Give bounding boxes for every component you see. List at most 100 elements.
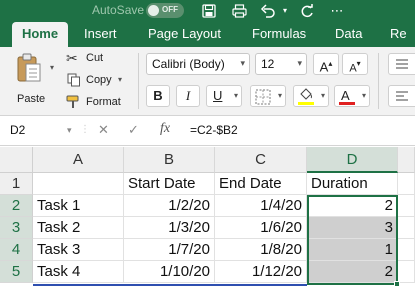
select-all-corner[interactable]	[0, 147, 33, 173]
range-indicator-line	[33, 284, 307, 286]
bold-button[interactable]: B	[146, 85, 170, 107]
column-header-b[interactable]: B	[124, 147, 215, 173]
column-header-e[interactable]	[398, 147, 415, 173]
font-name-value: Calibri (Body)	[152, 57, 225, 71]
chevron-down-icon: ▾	[240, 58, 245, 68]
cell-d2[interactable]: 2	[307, 195, 398, 217]
tab-home[interactable]: Home	[12, 22, 68, 47]
align-top-button[interactable]	[388, 53, 415, 75]
formula-separator: ⋮	[80, 124, 90, 135]
cell-e5[interactable]	[398, 261, 415, 283]
cell-d3[interactable]: 3	[307, 217, 398, 239]
fill-color-button[interactable]: ▾	[293, 85, 329, 107]
cell-d5[interactable]: 2	[307, 261, 398, 283]
tab-formulas[interactable]: Formulas	[252, 22, 306, 47]
paste-button[interactable]: Paste	[12, 53, 48, 111]
ribbon-separator	[378, 53, 379, 109]
align-left-button[interactable]	[388, 85, 415, 107]
autosave-toggle[interactable]: OFF	[146, 3, 184, 18]
underline-letter: U	[213, 88, 223, 103]
scissors-icon: ✂	[66, 50, 78, 66]
align-icon	[396, 91, 408, 101]
tab-insert[interactable]: Insert	[84, 22, 117, 47]
row-header-1[interactable]: 1	[0, 173, 33, 195]
cell-c4[interactable]: 1/8/20	[215, 239, 307, 261]
cell-a4[interactable]: Task 3	[33, 239, 124, 261]
cell-b5[interactable]: 1/10/20	[124, 261, 215, 283]
tab-page-layout[interactable]: Page Layout	[148, 22, 221, 47]
cell-a5[interactable]: Task 4	[33, 261, 124, 283]
copy-label: Copy	[86, 74, 112, 86]
cancel-icon[interactable]: ✕	[98, 122, 109, 138]
cell-e3[interactable]	[398, 217, 415, 239]
copy-dropdown-icon[interactable]: ▾	[118, 75, 122, 84]
redo-icon[interactable]	[298, 2, 316, 20]
row-header-4[interactable]: 4	[0, 239, 33, 261]
more-commands-icon[interactable]: ⋯	[330, 2, 344, 20]
autosave-state: OFF	[162, 5, 178, 14]
paste-dropdown-icon[interactable]: ▾	[50, 63, 54, 72]
copy-icon	[67, 73, 80, 87]
row-header-2[interactable]: 2	[0, 195, 33, 217]
copy-button[interactable]: Copy ▾	[66, 72, 130, 90]
toggle-knob	[148, 5, 159, 16]
name-box[interactable]: D2	[10, 123, 25, 137]
chevron-down-icon: ▾	[361, 91, 366, 100]
cell-e1[interactable]	[398, 173, 415, 195]
format-painter-button[interactable]: Format	[66, 94, 130, 112]
formula-bar: D2 ▾ ⋮ ✕ ✓ fx =C2-$B2	[0, 116, 415, 146]
paste-label: Paste	[17, 93, 46, 105]
tab-data[interactable]: Data	[335, 22, 362, 47]
underline-button[interactable]: U ▾	[206, 85, 242, 107]
row-header-5[interactable]: 5	[0, 261, 33, 283]
autosave-label: AutoSave	[92, 3, 145, 17]
shrink-font-letter: A	[349, 62, 357, 75]
cell-a1[interactable]	[33, 173, 124, 195]
row-header-3[interactable]: 3	[0, 217, 33, 239]
cell-c2[interactable]: 1/4/20	[215, 195, 307, 217]
paste-icon	[17, 53, 41, 82]
cell-b2[interactable]: 1/2/20	[124, 195, 215, 217]
cell-b4[interactable]: 1/7/20	[124, 239, 215, 261]
undo-dropdown-icon[interactable]: ▾	[280, 2, 290, 20]
cell-c5[interactable]: 1/12/20	[215, 261, 307, 283]
cell-b3[interactable]: 1/3/20	[124, 217, 215, 239]
save-icon[interactable]	[200, 2, 218, 20]
tab-review[interactable]: Re	[390, 22, 407, 47]
paint-bucket-icon	[300, 88, 312, 100]
borders-button[interactable]: ▾	[250, 85, 286, 107]
formula-input[interactable]: =C2-$B2	[190, 123, 238, 137]
font-size-dropdown[interactable]: 12 ▾	[255, 53, 307, 75]
chevron-down-icon: ▾	[320, 91, 325, 100]
font-color-letter: A	[341, 88, 350, 103]
fill-handle[interactable]	[394, 281, 400, 287]
column-header-a[interactable]: A	[33, 147, 124, 173]
undo-icon[interactable]	[258, 2, 278, 20]
cell-d1[interactable]: Duration	[307, 173, 398, 195]
font-name-dropdown[interactable]: Calibri (Body) ▾	[146, 53, 250, 75]
cell-e2[interactable]	[398, 195, 415, 217]
column-header-c[interactable]: C	[215, 147, 307, 173]
print-icon[interactable]	[230, 2, 248, 20]
chevron-down-icon[interactable]: ▾	[67, 125, 72, 136]
cell-a2[interactable]: Task 1	[33, 195, 124, 217]
format-label: Format	[86, 96, 121, 108]
cell-b1[interactable]: Start Date	[124, 173, 215, 195]
cell-c3[interactable]: 1/6/20	[215, 217, 307, 239]
cell-d4[interactable]: 1	[307, 239, 398, 261]
insert-function-icon[interactable]: fx	[160, 121, 170, 137]
chevron-down-icon: ▾	[277, 91, 282, 100]
increase-font-button[interactable]: A▴	[313, 53, 339, 75]
ribbon-tabs: Home Insert Page Layout Formulas Data Re	[0, 22, 415, 47]
font-color-button[interactable]: A ▾	[334, 85, 370, 107]
column-header-d[interactable]: D	[307, 147, 398, 173]
cut-button[interactable]: ✂ Cut	[66, 50, 130, 68]
worksheet-grid: A B C D 1 2 3 4 5 Start Date End Date Du…	[0, 147, 415, 297]
cell-c1[interactable]: End Date	[215, 173, 307, 195]
title-bar: AutoSave OFF ▾ ⋯	[0, 0, 415, 22]
cell-e4[interactable]	[398, 239, 415, 261]
decrease-font-button[interactable]: A▾	[342, 53, 368, 75]
cell-a3[interactable]: Task 2	[33, 217, 124, 239]
enter-icon[interactable]: ✓	[128, 122, 139, 138]
italic-button[interactable]: I	[176, 85, 200, 107]
